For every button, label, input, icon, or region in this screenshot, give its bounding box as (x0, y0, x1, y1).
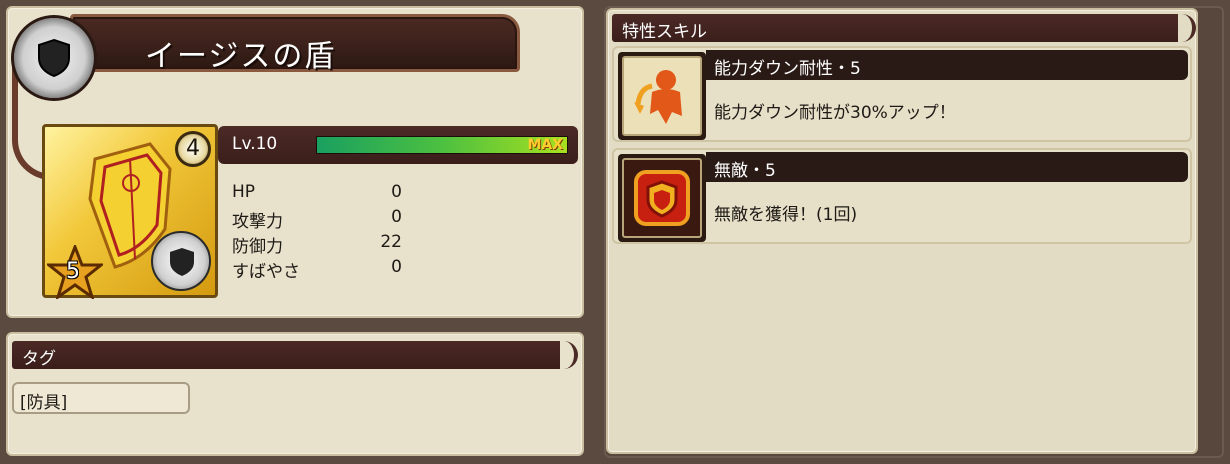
stat-label: すばやさ (232, 262, 300, 282)
resist-down-icon (634, 70, 682, 124)
shield-icon (170, 248, 194, 276)
stat-value: 0 (391, 257, 402, 277)
skill-icon-box (622, 158, 702, 238)
tag-header-label: タグ (22, 349, 56, 369)
invincible-icon (634, 170, 690, 226)
exp-track: MAX (316, 136, 568, 154)
item-name: イージスの盾 (145, 39, 337, 74)
stat-row-defense: 防御力 22 (232, 232, 402, 257)
max-label: MAX (527, 137, 563, 153)
shield-icon (38, 38, 70, 78)
level-bar: Lv.10 MAX (218, 126, 578, 164)
skill-card[interactable]: 能力ダウン耐性・5 能力ダウン耐性が30%アップ！ (612, 46, 1192, 142)
grade-badge: 4 (175, 131, 211, 167)
skill-name: 無敵・5 (706, 152, 1188, 182)
stats-list: HP 0 攻撃力 0 防御力 22 すばやさ 0 (232, 182, 402, 282)
stat-row-attack: 攻撃力 0 (232, 207, 402, 232)
stat-value: 0 (391, 182, 402, 202)
skill-header: 特性スキル (612, 14, 1178, 42)
skill-icon-box (622, 56, 702, 136)
item-card[interactable]: 4 5 (42, 124, 218, 299)
skill-card[interactable]: 無敵・5 無敵を獲得！(1回) (612, 148, 1192, 244)
skill-icon-frame (618, 154, 706, 242)
mini-shield-emblem (151, 231, 211, 291)
rarity-number: 5 (66, 259, 80, 284)
skill-icon-frame (618, 52, 706, 140)
shield-category-emblem (14, 18, 94, 98)
stat-value: 22 (380, 232, 402, 252)
stat-label: 攻撃力 (232, 212, 283, 232)
skill-name: 能力ダウン耐性・5 (706, 50, 1188, 80)
stat-row-hp: HP 0 (232, 182, 402, 207)
stat-label: HP (232, 182, 256, 202)
stat-value: 0 (391, 207, 402, 227)
stat-row-speed: すばやさ 0 (232, 257, 402, 282)
title-banner: イージスの盾 (70, 14, 520, 74)
level-label: Lv.10 (232, 134, 278, 154)
stat-label: 防御力 (232, 237, 283, 257)
skill-description: 無敵を獲得！(1回) (714, 205, 858, 225)
skill-header-label: 特性スキル (622, 22, 707, 42)
skill-description: 能力ダウン耐性が30%アップ！ (714, 103, 956, 123)
tag-item[interactable]: [防具] (12, 382, 190, 414)
tag-header: タグ (12, 341, 560, 369)
